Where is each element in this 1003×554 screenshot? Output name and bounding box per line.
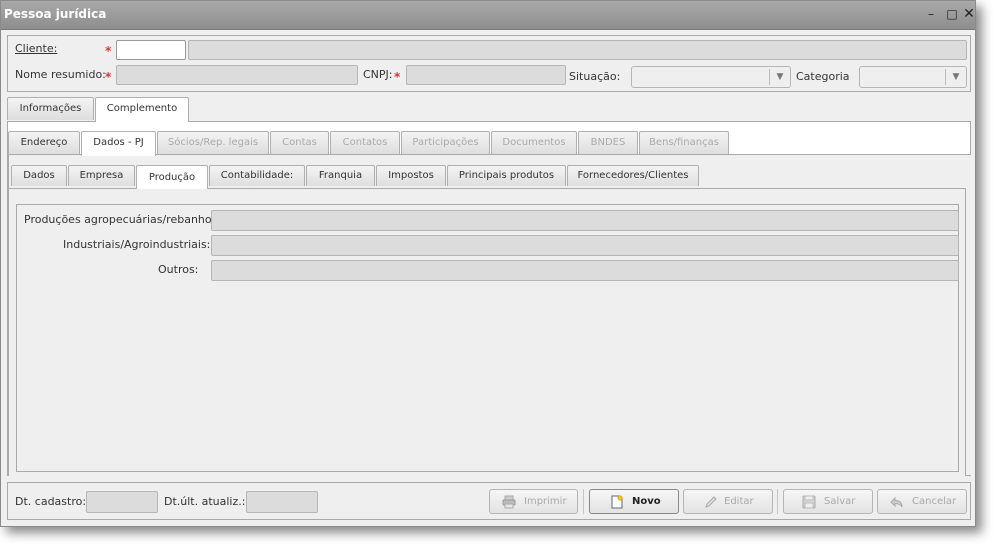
- tab-dados[interactable]: Dados: [11, 165, 67, 186]
- tab-bndes[interactable]: BNDES: [578, 131, 638, 154]
- nome-resumido-field: [116, 65, 358, 85]
- close-icon[interactable]: ✕: [961, 6, 977, 22]
- required-mark: *: [394, 70, 401, 84]
- outros-field: [211, 260, 959, 281]
- outros-label: Outros:: [158, 263, 199, 276]
- complemento-panel: Endereço Dados - PJ Sócios/Rep. legais C…: [7, 121, 971, 476]
- chevron-down-icon: ▼: [945, 69, 966, 85]
- tab-empresa[interactable]: Empresa: [68, 165, 135, 186]
- situacao-label: Situação:: [569, 70, 621, 83]
- pessoa-juridica-window: Pessoa jurídica – □ ✕ Cliente: * Nome re…: [0, 0, 976, 527]
- nome-resumido-label: Nome resumido:: [15, 68, 106, 81]
- pencil-icon: [705, 496, 717, 508]
- cnpj-label: CNPJ:: [363, 68, 393, 81]
- salvar-label: Salvar: [824, 496, 856, 507]
- tab-documentos[interactable]: Documentos: [491, 131, 577, 154]
- producao-fieldset: Produções agropecuárias/rebanho: Industr…: [16, 204, 959, 472]
- imprimir-button[interactable]: Imprimir: [489, 489, 578, 514]
- dt-cadastro-field: [86, 491, 158, 513]
- footer-panel: Dt. cadastro: Dt.últ. atualiz.: Imprimir…: [7, 482, 971, 520]
- save-icon: [802, 495, 816, 509]
- minimize-icon[interactable]: –: [923, 6, 939, 22]
- dt-atualiz-label: Dt.últ. atualiz.:: [164, 495, 246, 508]
- cliente-name-field: [188, 40, 967, 60]
- cliente-label: Cliente:: [15, 42, 58, 55]
- window-title: Pessoa jurídica: [4, 7, 107, 21]
- tab-fornecedores-clientes[interactable]: Fornecedores/Clientes: [567, 165, 699, 186]
- tab-informacoes[interactable]: Informações: [7, 97, 94, 120]
- editar-button[interactable]: Editar: [683, 489, 773, 514]
- dt-cadastro-label: Dt. cadastro:: [15, 495, 87, 508]
- maximize-icon[interactable]: □: [944, 6, 960, 22]
- categoria-label: Categoria: [796, 70, 850, 83]
- tab-producao[interactable]: Produção: [136, 165, 208, 189]
- tab-franquia[interactable]: Franquia: [306, 165, 375, 186]
- cancelar-label: Cancelar: [912, 496, 957, 507]
- undo-icon: [890, 496, 903, 508]
- tab-contabilidade[interactable]: Contabilidade:: [209, 165, 305, 186]
- situacao-select[interactable]: ▼: [631, 66, 791, 88]
- cnpj-field: [406, 65, 566, 85]
- title-bar: Pessoa jurídica – □ ✕: [1, 1, 975, 30]
- novo-button[interactable]: Novo: [589, 489, 679, 514]
- industriais-label: Industriais/Agroindustriais:: [63, 238, 211, 251]
- imprimir-label: Imprimir: [524, 496, 567, 507]
- required-mark: *: [105, 44, 112, 58]
- tab-dados-pj[interactable]: Dados - PJ: [81, 131, 156, 156]
- cliente-code-input[interactable]: [116, 40, 186, 60]
- tab-bens-financas[interactable]: Bens/finanças: [639, 131, 729, 154]
- novo-label: Novo: [632, 496, 661, 507]
- tab-contatos[interactable]: Contatos: [330, 131, 400, 154]
- industriais-field: [211, 235, 959, 256]
- tab-principais-produtos[interactable]: Principais produtos: [447, 165, 566, 186]
- printer-icon: [502, 495, 516, 509]
- tab-endereco[interactable]: Endereço: [8, 131, 80, 154]
- categoria-select[interactable]: ▼: [859, 66, 967, 88]
- header-panel: Cliente: * Nome resumido: * CNPJ: * Situ…: [7, 35, 971, 92]
- dados-pj-panel: Dados Empresa Produção Contabilidade: Fr…: [8, 154, 971, 476]
- agro-label: Produções agropecuárias/rebanho:: [24, 213, 216, 226]
- producao-panel: Produções agropecuárias/rebanho: Industr…: [9, 188, 966, 476]
- dt-atualiz-field: [246, 491, 318, 513]
- tab-impostos[interactable]: Impostos: [376, 165, 446, 186]
- chevron-down-icon: ▼: [769, 69, 790, 85]
- toolbar-divider: [777, 489, 778, 514]
- tab-contas[interactable]: Contas: [270, 131, 329, 154]
- tab-socios[interactable]: Sócios/Rep. legais: [157, 131, 269, 154]
- salvar-button[interactable]: Salvar: [783, 489, 873, 514]
- tab-complemento[interactable]: Complemento: [95, 97, 189, 122]
- new-document-icon: [611, 495, 623, 509]
- editar-label: Editar: [724, 496, 754, 507]
- required-mark: *: [105, 70, 112, 84]
- tab-participacoes[interactable]: Participações: [401, 131, 490, 154]
- cancelar-button[interactable]: Cancelar: [877, 489, 967, 514]
- agro-field: [211, 210, 959, 231]
- toolbar-divider: [583, 489, 584, 514]
